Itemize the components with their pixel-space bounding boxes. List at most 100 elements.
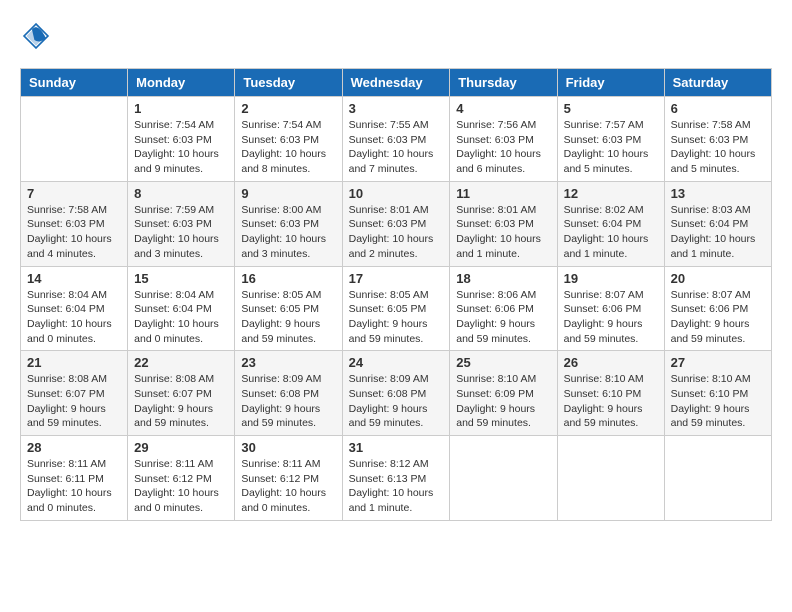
calendar-cell: 8Sunrise: 7:59 AM Sunset: 6:03 PM Daylig… bbox=[128, 181, 235, 266]
day-info: Sunrise: 7:57 AM Sunset: 6:03 PM Dayligh… bbox=[564, 118, 658, 177]
calendar-cell bbox=[21, 97, 128, 182]
day-number: 13 bbox=[671, 186, 765, 201]
day-number: 23 bbox=[241, 355, 335, 370]
day-number: 27 bbox=[671, 355, 765, 370]
calendar-cell: 17 Sunrise: 8:05 AM Sunset: 6:05 PM Dayli… bbox=[342, 266, 450, 351]
day-number: 6 bbox=[671, 101, 765, 116]
calendar-cell: 28 Sunrise: 8:11 AM Sunset: 6:11 PM Dayli… bbox=[21, 436, 128, 521]
day-number: 24 bbox=[349, 355, 444, 370]
day-info: Sunrise: 8:11 AM Sunset: 6:11 PM Dayligh… bbox=[27, 457, 121, 516]
day-header-thursday: Thursday bbox=[450, 69, 557, 97]
calendar-cell: 22 Sunrise: 8:08 AM Sunset: 6:07 PM Dayli… bbox=[128, 351, 235, 436]
page-header bbox=[20, 20, 772, 52]
day-number: 8 bbox=[134, 186, 228, 201]
calendar-cell: 25 Sunrise: 8:10 AM Sunset: 6:09 PM Dayli… bbox=[450, 351, 557, 436]
calendar-cell: 5 Sunrise: 7:57 AM Sunset: 6:03 PM Daylig… bbox=[557, 97, 664, 182]
day-info: Sunrise: 8:09 AM Sunset: 6:08 PM Dayligh… bbox=[349, 372, 444, 431]
calendar-cell: 29Sunrise: 8:11 AM Sunset: 6:12 PM Dayli… bbox=[128, 436, 235, 521]
day-info: Sunrise: 8:02 AM Sunset: 6:04 PM Dayligh… bbox=[564, 203, 658, 262]
calendar-cell: 14Sunrise: 8:04 AM Sunset: 6:04 PM Dayli… bbox=[21, 266, 128, 351]
calendar-cell bbox=[664, 436, 771, 521]
calendar-cell: 6 Sunrise: 7:58 AM Sunset: 6:03 PM Daylig… bbox=[664, 97, 771, 182]
calendar-cell: 13 Sunrise: 8:03 AM Sunset: 6:04 PM Dayli… bbox=[664, 181, 771, 266]
day-number: 25 bbox=[456, 355, 550, 370]
calendar-cell bbox=[557, 436, 664, 521]
day-info: Sunrise: 7:55 AM Sunset: 6:03 PM Dayligh… bbox=[349, 118, 444, 177]
day-info: Sunrise: 8:12 AM Sunset: 6:13 PM Dayligh… bbox=[349, 457, 444, 516]
day-number: 17 bbox=[349, 271, 444, 286]
day-info: Sunrise: 8:10 AM Sunset: 6:10 PM Dayligh… bbox=[671, 372, 765, 431]
calendar-cell: 27 Sunrise: 8:10 AM Sunset: 6:10 PM Dayli… bbox=[664, 351, 771, 436]
day-header-friday: Friday bbox=[557, 69, 664, 97]
day-info: Sunrise: 8:10 AM Sunset: 6:10 PM Dayligh… bbox=[564, 372, 658, 431]
day-header-saturday: Saturday bbox=[664, 69, 771, 97]
day-number: 26 bbox=[564, 355, 658, 370]
day-info: Sunrise: 8:08 AM Sunset: 6:07 PM Dayligh… bbox=[27, 372, 121, 431]
day-number: 18 bbox=[456, 271, 550, 286]
calendar-table: SundayMondayTuesdayWednesdayThursdayFrid… bbox=[20, 68, 772, 521]
calendar-cell: 18 Sunrise: 8:06 AM Sunset: 6:06 PM Dayli… bbox=[450, 266, 557, 351]
day-info: Sunrise: 7:58 AM Sunset: 6:03 PM Dayligh… bbox=[27, 203, 121, 262]
day-info: Sunrise: 8:01 AM Sunset: 6:03 PM Dayligh… bbox=[349, 203, 444, 262]
calendar-cell: 26 Sunrise: 8:10 AM Sunset: 6:10 PM Dayli… bbox=[557, 351, 664, 436]
day-number: 4 bbox=[456, 101, 550, 116]
calendar-cell: 4 Sunrise: 7:56 AM Sunset: 6:03 PM Daylig… bbox=[450, 97, 557, 182]
calendar-cell bbox=[450, 436, 557, 521]
day-header-monday: Monday bbox=[128, 69, 235, 97]
day-number: 14 bbox=[27, 271, 121, 286]
day-number: 2 bbox=[241, 101, 335, 116]
day-number: 21 bbox=[27, 355, 121, 370]
day-header-sunday: Sunday bbox=[21, 69, 128, 97]
calendar-cell: 7 Sunrise: 7:58 AM Sunset: 6:03 PM Daylig… bbox=[21, 181, 128, 266]
day-info: Sunrise: 7:58 AM Sunset: 6:03 PM Dayligh… bbox=[671, 118, 765, 177]
day-info: Sunrise: 7:54 AM Sunset: 6:03 PM Dayligh… bbox=[134, 118, 228, 177]
day-header-wednesday: Wednesday bbox=[342, 69, 450, 97]
day-number: 3 bbox=[349, 101, 444, 116]
day-header-tuesday: Tuesday bbox=[235, 69, 342, 97]
day-number: 12 bbox=[564, 186, 658, 201]
day-info: Sunrise: 8:00 AM Sunset: 6:03 PM Dayligh… bbox=[241, 203, 335, 262]
day-number: 11 bbox=[456, 186, 550, 201]
calendar-cell: 19 Sunrise: 8:07 AM Sunset: 6:06 PM Dayli… bbox=[557, 266, 664, 351]
calendar-cell: 15Sunrise: 8:04 AM Sunset: 6:04 PM Dayli… bbox=[128, 266, 235, 351]
calendar-cell: 11 Sunrise: 8:01 AM Sunset: 6:03 PM Dayli… bbox=[450, 181, 557, 266]
day-info: Sunrise: 8:07 AM Sunset: 6:06 PM Dayligh… bbox=[564, 288, 658, 347]
calendar-cell: 23 Sunrise: 8:09 AM Sunset: 6:08 PM Dayli… bbox=[235, 351, 342, 436]
day-number: 28 bbox=[27, 440, 121, 455]
calendar-week-2: 7 Sunrise: 7:58 AM Sunset: 6:03 PM Daylig… bbox=[21, 181, 772, 266]
calendar-cell: 9 Sunrise: 8:00 AM Sunset: 6:03 PM Daylig… bbox=[235, 181, 342, 266]
calendar-week-5: 28 Sunrise: 8:11 AM Sunset: 6:11 PM Dayli… bbox=[21, 436, 772, 521]
day-info: Sunrise: 8:05 AM Sunset: 6:05 PM Dayligh… bbox=[349, 288, 444, 347]
day-info: Sunrise: 8:01 AM Sunset: 6:03 PM Dayligh… bbox=[456, 203, 550, 262]
day-info: Sunrise: 8:10 AM Sunset: 6:09 PM Dayligh… bbox=[456, 372, 550, 431]
day-number: 20 bbox=[671, 271, 765, 286]
day-number: 30 bbox=[241, 440, 335, 455]
day-number: 9 bbox=[241, 186, 335, 201]
day-info: Sunrise: 8:11 AM Sunset: 6:12 PM Dayligh… bbox=[134, 457, 228, 516]
day-number: 5 bbox=[564, 101, 658, 116]
day-number: 31 bbox=[349, 440, 444, 455]
day-info: Sunrise: 8:07 AM Sunset: 6:06 PM Dayligh… bbox=[671, 288, 765, 347]
calendar-week-1: 1Sunrise: 7:54 AM Sunset: 6:03 PM Daylig… bbox=[21, 97, 772, 182]
day-info: Sunrise: 8:03 AM Sunset: 6:04 PM Dayligh… bbox=[671, 203, 765, 262]
day-info: Sunrise: 8:06 AM Sunset: 6:06 PM Dayligh… bbox=[456, 288, 550, 347]
calendar-cell: 21 Sunrise: 8:08 AM Sunset: 6:07 PM Dayli… bbox=[21, 351, 128, 436]
calendar-header-row: SundayMondayTuesdayWednesdayThursdayFrid… bbox=[21, 69, 772, 97]
day-number: 19 bbox=[564, 271, 658, 286]
calendar-cell: 12 Sunrise: 8:02 AM Sunset: 6:04 PM Dayli… bbox=[557, 181, 664, 266]
calendar-cell: 31 Sunrise: 8:12 AM Sunset: 6:13 PM Dayli… bbox=[342, 436, 450, 521]
calendar-cell: 20 Sunrise: 8:07 AM Sunset: 6:06 PM Dayli… bbox=[664, 266, 771, 351]
calendar-week-3: 14 Sunrise: 8:04 AM Sunset: 6:04 PM Dayli… bbox=[21, 266, 772, 351]
day-number: 16 bbox=[241, 271, 335, 286]
day-number: 22 bbox=[134, 355, 228, 370]
day-info: Sunrise: 8:05 AM Sunset: 6:05 PM Dayligh… bbox=[241, 288, 335, 347]
day-info: Sunrise: 8:11 AM Sunset: 6:12 PM Dayligh… bbox=[241, 457, 335, 516]
calendar-cell: 30 Sunrise: 8:11 AM Sunset: 6:12 PM Dayli… bbox=[235, 436, 342, 521]
day-number: 7 bbox=[27, 186, 121, 201]
day-info: Sunrise: 8:08 AM Sunset: 6:07 PM Dayligh… bbox=[134, 372, 228, 431]
day-info: Sunrise: 7:56 AM Sunset: 6:03 PM Dayligh… bbox=[456, 118, 550, 177]
day-info: Sunrise: 8:09 AM Sunset: 6:08 PM Dayligh… bbox=[241, 372, 335, 431]
calendar-cell: 10Sunrise: 8:01 AM Sunset: 6:03 PM Dayli… bbox=[342, 181, 450, 266]
calendar-week-4: 21 Sunrise: 8:08 AM Sunset: 6:07 PM Dayli… bbox=[21, 351, 772, 436]
day-info: Sunrise: 8:04 AM Sunset: 6:04 PM Dayligh… bbox=[134, 288, 228, 347]
